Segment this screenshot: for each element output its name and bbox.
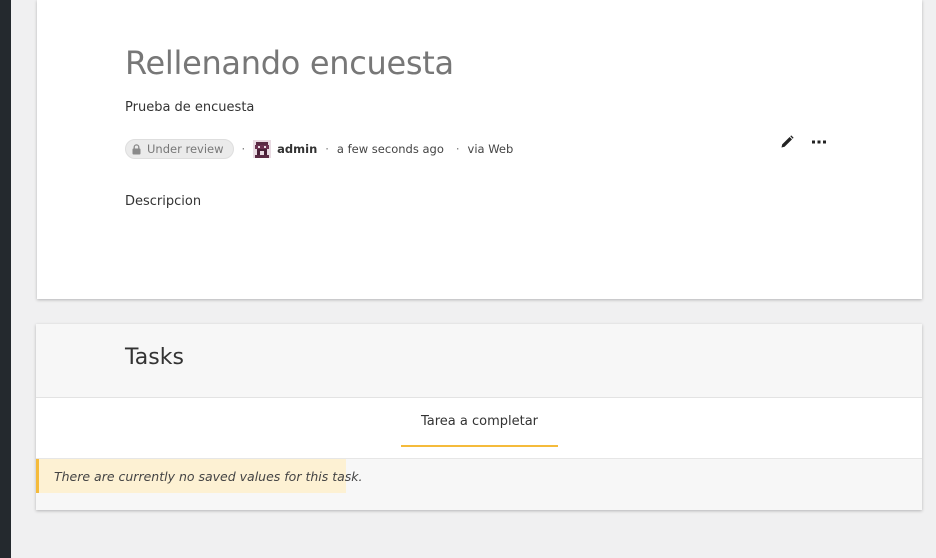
- pencil-icon: [780, 135, 794, 149]
- tasks-card: Tasks Tarea a completar There are curren…: [36, 324, 922, 510]
- more-horizontal-icon: [812, 140, 826, 144]
- author-link[interactable]: admin: [277, 142, 317, 156]
- separator-dot: ·: [241, 142, 246, 156]
- avatar[interactable]: [253, 140, 272, 158]
- timestamp: a few seconds ago: [336, 142, 444, 156]
- page-title: Rellenando encuesta: [125, 44, 454, 82]
- status-badge: Under review: [125, 139, 234, 159]
- sidebar-edge: [0, 0, 11, 558]
- empty-values-notice: There are currently no saved values for …: [36, 459, 363, 493]
- edit-button[interactable]: [777, 132, 797, 152]
- lock-icon: [132, 143, 141, 155]
- tasks-tab-bar: Tarea a completar: [36, 398, 922, 459]
- more-options-button[interactable]: [809, 132, 829, 152]
- separator-dot: ·: [455, 142, 460, 156]
- tasks-header: Tasks: [36, 324, 922, 398]
- survey-card: Rellenando encuesta Prueba de encuesta U…: [37, 0, 922, 299]
- tab-task[interactable]: Tarea a completar: [401, 398, 558, 447]
- tasks-title: Tasks: [125, 345, 184, 370]
- page-subtitle: Prueba de encuesta: [125, 100, 255, 115]
- survey-description: Descripcion: [125, 194, 202, 209]
- status-badge-label: Under review: [147, 142, 224, 156]
- meta-line: Under review · admin · a few seconds ago…: [125, 139, 513, 159]
- card-actions: [777, 132, 829, 152]
- source-label: via Web: [467, 142, 514, 156]
- separator-dot: ·: [325, 142, 329, 156]
